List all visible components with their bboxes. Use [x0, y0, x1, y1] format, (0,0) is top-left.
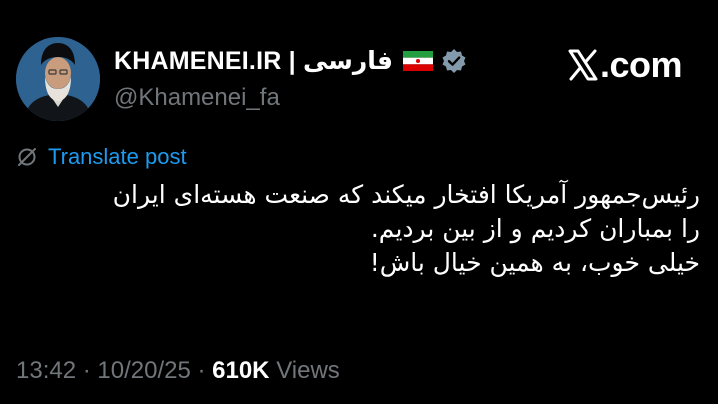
- meta-separator: ·: [76, 357, 98, 384]
- post-date[interactable]: 10/20/25: [97, 357, 190, 384]
- brand-domain-label: .com: [599, 44, 683, 85]
- x-logo-icon: [568, 49, 598, 81]
- views-label: Views: [276, 357, 340, 384]
- tweet-line: خیلی خوب، به همین خیال باش!: [369, 248, 700, 277]
- author-handle[interactable]: @Khamenei_fa: [114, 84, 280, 112]
- post-time[interactable]: 13:42: [16, 357, 76, 384]
- views-count[interactable]: 610K: [212, 357, 269, 384]
- tweet-line: را بمباران کردیم و از بین بردیم.: [370, 214, 700, 243]
- verified-badge-icon[interactable]: [441, 48, 467, 74]
- globe-slash-icon: [18, 148, 36, 166]
- tweet-text: رئیس‌جمهور آمریکا افتخار میکند که صنعت ه…: [20, 178, 700, 280]
- avatar[interactable]: [16, 37, 100, 121]
- translate-post-button[interactable]: Translate post: [16, 144, 187, 170]
- tweet-metadata: 13:42 · 10/20/25 · 610K Views: [16, 357, 340, 385]
- author-name-row[interactable]: KHAMENEI.IR | فارسی: [114, 46, 467, 76]
- iran-flag-icon: [403, 51, 434, 71]
- meta-separator: ·: [190, 357, 213, 384]
- tweet-line: رئیس‌جمهور آمریکا افتخار میکند که صنعت ه…: [112, 180, 700, 209]
- translate-post-label[interactable]: Translate post: [48, 144, 187, 170]
- display-name[interactable]: KHAMENEI.IR | فارسی: [114, 46, 393, 76]
- x-com-brand: .com: [568, 44, 683, 86]
- avatar-portrait-icon: [16, 37, 100, 121]
